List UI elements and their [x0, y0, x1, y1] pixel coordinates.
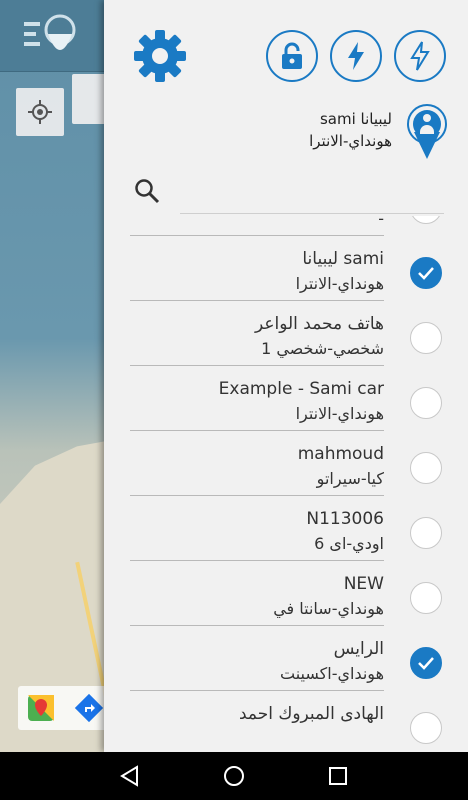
lightning-off-icon — [410, 41, 430, 71]
row-divider — [130, 560, 384, 561]
lock-open-icon — [282, 42, 302, 69]
profile-model: هونداي-الانترا — [309, 132, 392, 150]
system-nav-bar — [0, 752, 468, 800]
directions-icon — [74, 693, 104, 723]
vehicle-row[interactable]: mahmoud كيا-سيراتو — [104, 436, 468, 501]
vehicle-select-radio[interactable] — [410, 712, 442, 744]
gear-icon[interactable] — [132, 28, 188, 84]
vehicle-subtitle: هونداي-الانترا — [295, 274, 384, 293]
row-divider — [130, 690, 384, 691]
check-icon — [418, 267, 434, 280]
google-maps-icon — [28, 695, 54, 721]
vehicle-title: الرايس — [333, 639, 384, 659]
vehicle-subtitle: هونداي-سانتا في — [273, 599, 384, 618]
row-divider — [130, 365, 384, 366]
vehicle-select-radio[interactable] — [410, 517, 442, 549]
vehicle-list[interactable]: - ليبيانا sami هونداي-الانترا هاتف محمد الو… — [104, 216, 468, 752]
vehicle-select-checked[interactable] — [410, 257, 442, 289]
location-list-icon[interactable] — [22, 8, 82, 64]
vehicle-row[interactable]: الرايس هونداي-اكسينت — [104, 631, 468, 696]
vehicle-title: mahmoud — [297, 444, 384, 464]
vehicle-title: ليبيانا sami — [302, 249, 384, 269]
check-icon — [418, 657, 434, 670]
vehicle-title: هاتف محمد الواعر — [254, 314, 384, 334]
vehicle-subtitle: - — [378, 216, 384, 228]
person-pin-icon — [407, 104, 447, 159]
vehicle-select-radio[interactable] — [410, 387, 442, 419]
flash-button[interactable] — [330, 30, 382, 82]
vehicle-row[interactable]: الهادى المبروك احمد — [104, 696, 468, 752]
google-maps-button[interactable] — [18, 686, 108, 730]
crosshair-icon — [28, 100, 52, 124]
vehicle-select-radio[interactable] — [410, 216, 442, 224]
vehicle-subtitle: هونداي-اكسينت — [280, 664, 384, 683]
vehicle-row[interactable]: هاتف محمد الواعر شخصي-شخصي 1 — [104, 306, 468, 371]
vehicle-select-radio[interactable] — [410, 322, 442, 354]
vehicle-row[interactable]: - — [104, 216, 468, 241]
flash-off-button[interactable] — [394, 30, 446, 82]
vehicle-subtitle: هونداي-الانترا — [295, 404, 384, 423]
vehicle-subtitle: كيا-سيراتو — [316, 469, 384, 488]
vehicle-title: N113006 — [306, 509, 384, 529]
vehicle-title: الهادى المبروك احمد — [238, 704, 384, 724]
row-divider — [130, 495, 384, 496]
vehicle-select-radio[interactable] — [410, 452, 442, 484]
vehicle-row[interactable]: NEW هونداي-سانتا في — [104, 566, 468, 631]
my-location-button[interactable] — [16, 88, 64, 136]
vehicle-subtitle: شخصي-شخصي 1 — [261, 339, 384, 358]
vehicle-row[interactable]: ليبيانا sami هونداي-الانترا — [104, 241, 468, 306]
recents-square-icon[interactable] — [326, 764, 350, 788]
lightning-icon — [348, 42, 364, 70]
vehicle-title: Example - Sami car — [218, 379, 384, 399]
vehicle-subtitle: اودي-اى 6 — [314, 534, 384, 553]
vehicle-select-radio[interactable] — [410, 582, 442, 614]
back-triangle-icon[interactable] — [118, 764, 142, 788]
profile-name: ليبيانا sami — [319, 110, 392, 128]
search-icon[interactable] — [134, 178, 160, 204]
vehicle-row[interactable]: Example - Sami car هونداي-الانترا — [104, 371, 468, 436]
row-divider — [130, 235, 384, 236]
search-input[interactable] — [180, 172, 444, 214]
row-divider — [130, 625, 384, 626]
row-divider — [130, 300, 384, 301]
vehicle-row[interactable]: N113006 اودي-اى 6 — [104, 501, 468, 566]
vehicle-drawer: ليبيانا sami هونداي-الانترا - ليبيانا sam… — [104, 0, 468, 752]
row-divider — [130, 430, 384, 431]
lock-button[interactable] — [266, 30, 318, 82]
vehicle-select-checked[interactable] — [410, 647, 442, 679]
vehicle-title: NEW — [343, 574, 384, 594]
home-circle-icon[interactable] — [222, 764, 246, 788]
